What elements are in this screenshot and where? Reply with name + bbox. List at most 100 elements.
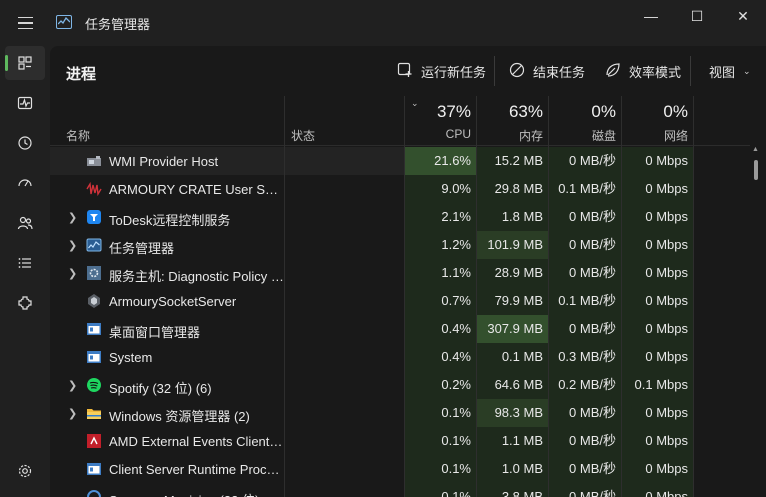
minimize-button[interactable]: —	[628, 0, 674, 32]
services-icon[interactable]	[5, 286, 45, 320]
memory-value: 1.0 MB	[501, 461, 543, 476]
chevron-right-icon[interactable]: ❯	[68, 407, 77, 420]
app-history-icon[interactable]	[5, 126, 45, 160]
table-row[interactable]: System 0.4% 0.1 MB 0.3 MB/秒 0 Mbps	[50, 343, 750, 371]
process-name: 服务主机: Diagnostic Policy Service	[109, 269, 284, 284]
network-value: 0 Mbps	[645, 209, 688, 224]
spotify-icon	[86, 377, 102, 393]
title-bar: 任务管理器 — ☐ ✕	[0, 0, 766, 46]
disk-value: 0.3 MB/秒	[558, 349, 616, 364]
memory-value: 307.9 MB	[487, 321, 543, 336]
wmi-icon	[86, 153, 102, 169]
process-name: ArmourySocketServer	[109, 294, 237, 309]
cpu-value: 1.1%	[441, 265, 471, 280]
end-task-button[interactable]: 结束任务	[509, 61, 585, 81]
cpu-value: 9.0%	[441, 181, 471, 196]
armoury-icon	[86, 181, 102, 197]
efficiency-mode-label: 效率模式	[629, 64, 682, 80]
table-row[interactable]: 桌面窗口管理器 0.4% 307.9 MB 0 MB/秒 0 Mbps	[50, 315, 750, 343]
table-row[interactable]: ❯ Spotify (32 位) (6) 0.2% 64.6 MB 0.2 MB/秒 0.…	[50, 371, 750, 399]
chevron-down-icon: ⌄	[743, 65, 751, 76]
column-status-header[interactable]: 状态	[285, 96, 405, 146]
end-task-icon	[509, 62, 525, 81]
startup-apps-icon[interactable]	[5, 166, 45, 200]
network-value: 0 Mbps	[645, 405, 688, 420]
navigation-sidebar	[0, 46, 50, 497]
table-row[interactable]: WMI Provider Host 21.6% 15.2 MB 0 MB/秒 0 Mbp…	[50, 147, 750, 175]
column-memory-header[interactable]: 63% 内存	[477, 96, 549, 146]
system-icon	[86, 349, 102, 365]
cpu-value: 0.2%	[441, 377, 471, 392]
chevron-right-icon[interactable]: ❯	[68, 239, 77, 252]
process-name: 桌面窗口管理器	[109, 325, 201, 340]
details-icon[interactable]	[5, 246, 45, 280]
disk-value: 0 MB/秒	[569, 321, 616, 336]
memory-value: 101.9 MB	[487, 237, 543, 252]
cpu-value: 0.1%	[441, 433, 471, 448]
close-button[interactable]: ✕	[720, 0, 766, 32]
process-name: ToDesk远程控制服务	[109, 213, 231, 228]
network-value: 0.1 Mbps	[634, 377, 688, 392]
memory-value: 98.3 MB	[494, 405, 543, 420]
sort-descending-icon: ⌄	[411, 98, 419, 108]
view-dropdown[interactable]: 视图 ⌄	[709, 61, 751, 81]
table-row[interactable]: SamsungMagician (32 位) 0.1% 3.8 MB 0 MB/秒 0 …	[50, 483, 750, 497]
task-manager-app-icon	[56, 15, 72, 29]
scroll-up-icon[interactable]: ▲	[752, 146, 759, 153]
process-name: Windows 资源管理器 (2)	[109, 409, 250, 424]
performance-icon[interactable]	[5, 86, 45, 120]
chevron-right-icon[interactable]: ❯	[68, 379, 77, 392]
table-row[interactable]: ARMOURY CRATE User Session Helper 9.0% 29.…	[50, 175, 750, 203]
process-table: 名称 状态 ⌄ 37% CPU 63% 内存 0% 磁盘 0% 网络 WMI P…	[50, 96, 750, 497]
network-value: 0 Mbps	[645, 153, 688, 168]
network-value: 0 Mbps	[645, 489, 688, 497]
table-row[interactable]: Client Server Runtime Process 0.1% 1.0 MB 0…	[50, 455, 750, 483]
processes-icon[interactable]	[5, 46, 45, 80]
column-name-header[interactable]: 名称	[50, 96, 285, 146]
process-name: SamsungMagician (32 位)	[109, 490, 284, 497]
disk-value: 0 MB/秒	[569, 405, 616, 420]
network-value: 0 Mbps	[645, 461, 688, 476]
amd-icon	[86, 433, 102, 449]
hamburger-menu-icon[interactable]	[12, 12, 38, 34]
cpu-value: 2.1%	[441, 209, 471, 224]
chevron-right-icon[interactable]: ❯	[68, 267, 77, 280]
table-row[interactable]: ❯ ToDesk远程控制服务 2.1% 1.8 MB 0 MB/秒 0 Mbps	[50, 203, 750, 231]
cpu-value: 0.1%	[441, 461, 471, 476]
cpu-value: 0.4%	[441, 321, 471, 336]
cpu-value: 0.4%	[441, 349, 471, 364]
service-host-icon	[86, 265, 102, 281]
efficiency-mode-button[interactable]: 效率模式	[605, 61, 681, 81]
process-name: 任务管理器	[109, 241, 175, 256]
samsung-icon	[86, 489, 102, 497]
process-name: WMI Provider Host	[109, 154, 219, 169]
maximize-button[interactable]: ☐	[674, 0, 720, 32]
table-row[interactable]: ArmourySocketServer 0.7% 79.9 MB 0.1 MB/秒 0 …	[50, 287, 750, 315]
column-network-header[interactable]: 0% 网络	[622, 96, 694, 146]
table-row[interactable]: ❯ 任务管理器 1.2% 101.9 MB 0 MB/秒 0 Mbps	[50, 231, 750, 259]
disk-value: 0 MB/秒	[569, 237, 616, 252]
process-name: ARMOURY CRATE User Session Helper	[109, 182, 284, 197]
csrss-icon	[86, 461, 102, 477]
chevron-right-icon[interactable]: ❯	[68, 211, 77, 224]
users-icon[interactable]	[5, 206, 45, 240]
table-row[interactable]: ❯ Windows 资源管理器 (2) 0.1% 98.3 MB 0 MB/秒 0 Mbp…	[50, 399, 750, 427]
column-cpu-header[interactable]: ⌄ 37% CPU	[405, 96, 477, 146]
taskmgr-icon	[86, 237, 102, 253]
toolbar-divider	[494, 56, 495, 86]
todesk-icon	[86, 209, 102, 225]
scrollbar-thumb[interactable]	[754, 160, 758, 180]
memory-value: 3.8 MB	[501, 489, 543, 497]
column-disk-header[interactable]: 0% 磁盘	[549, 96, 622, 146]
network-value: 0 Mbps	[645, 181, 688, 196]
table-row[interactable]: AMD External Events Client Module 0.1% 1.1…	[50, 427, 750, 455]
disk-value: 0 MB/秒	[569, 209, 616, 224]
explorer-icon	[86, 405, 102, 421]
table-header: 名称 状态 ⌄ 37% CPU 63% 内存 0% 磁盘 0% 网络	[50, 96, 750, 146]
table-row[interactable]: ❯ 服务主机: Diagnostic Policy Service 1.1% 28.9…	[50, 259, 750, 287]
settings-icon[interactable]	[5, 454, 45, 488]
view-label: 视图	[709, 64, 736, 80]
cpu-value: 0.7%	[441, 293, 471, 308]
disk-value: 0 MB/秒	[569, 433, 616, 448]
run-new-task-button[interactable]: 运行新任务	[397, 61, 486, 81]
